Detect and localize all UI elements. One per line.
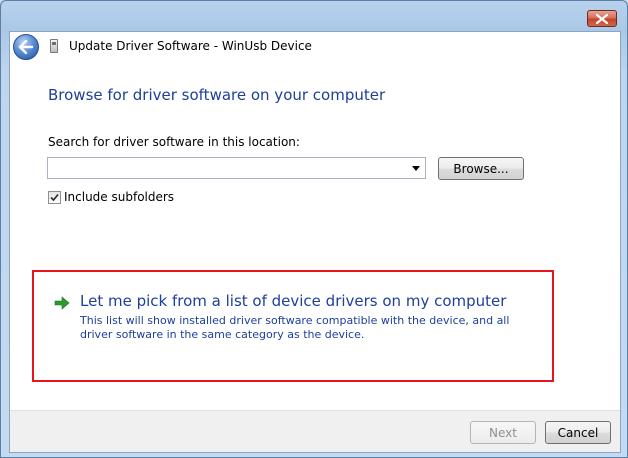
- back-arrow-icon: [18, 40, 34, 54]
- window-title: Update Driver Software - WinUsb Device: [69, 39, 312, 53]
- browse-button-label: Browse...: [453, 161, 509, 176]
- back-button[interactable]: [13, 34, 39, 60]
- cancel-button-label: Cancel: [557, 425, 599, 440]
- pick-from-list-description[interactable]: This list will show installed driver sof…: [80, 314, 530, 342]
- dialog-window: Update Driver Software - WinUsb Device B…: [0, 0, 628, 458]
- browse-button[interactable]: Browse...: [438, 157, 524, 180]
- next-button-label: Next: [489, 425, 517, 440]
- include-subfolders-checkbox[interactable]: [48, 191, 61, 204]
- search-location-input[interactable]: [50, 159, 405, 177]
- search-location-label: Search for driver software in this locat…: [48, 135, 300, 149]
- cancel-button[interactable]: Cancel: [545, 421, 611, 444]
- usb-device-icon: [50, 39, 58, 53]
- search-location-combobox[interactable]: [47, 157, 426, 179]
- close-icon: [596, 13, 608, 24]
- page-heading: Browse for driver software on your compu…: [48, 86, 386, 104]
- combobox-dropdown-button[interactable]: [407, 158, 425, 178]
- green-arrow-icon: [54, 296, 70, 310]
- chevron-down-icon: [412, 165, 420, 171]
- checkmark-icon: [50, 193, 59, 202]
- dialog-client-area: Update Driver Software - WinUsb Device B…: [9, 31, 621, 453]
- wizard-header: Update Driver Software - WinUsb Device: [10, 32, 620, 62]
- include-subfolders-label[interactable]: Include subfolders: [64, 190, 174, 204]
- window-close-button[interactable]: [587, 10, 617, 27]
- next-button[interactable]: Next: [470, 421, 536, 444]
- pick-from-list-link[interactable]: Let me pick from a list of device driver…: [80, 292, 506, 310]
- wizard-footer: Next Cancel: [10, 410, 620, 452]
